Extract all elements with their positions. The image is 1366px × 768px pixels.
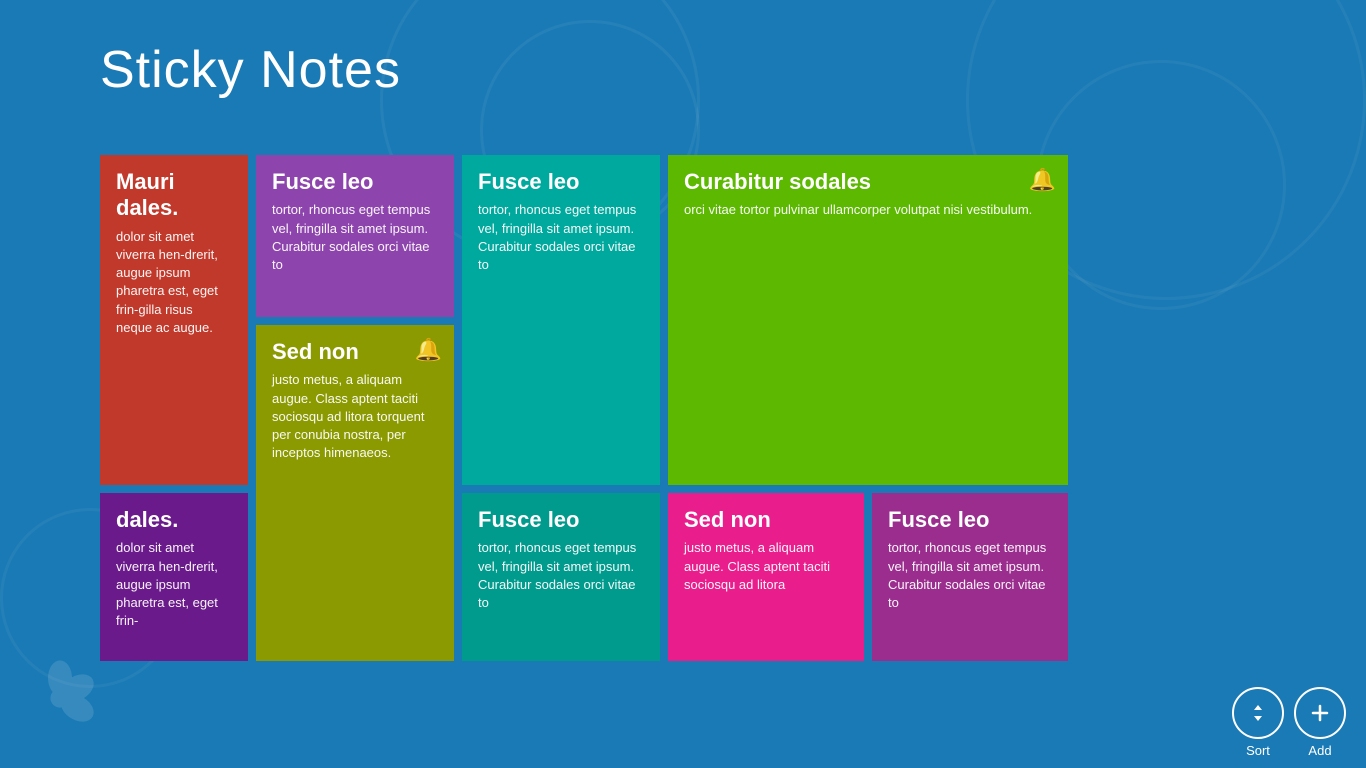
note-fusce-leo-teal-top[interactable]: Fusce leo tortor, rhoncus eget tempus ve… [462,155,660,485]
add-label: Add [1308,743,1331,758]
notes-column-1: Mauri dales. dolor sit amet viverra hen-… [100,155,248,661]
notes-grid: Mauri dales. dolor sit amet viverra hen-… [100,155,1068,661]
note-title: Fusce leo [888,507,1052,533]
note-mauri-dales[interactable]: Mauri dales. dolor sit amet viverra hen-… [100,155,248,485]
note-fusce-leo-purple[interactable]: Fusce leo tortor, rhoncus eget tempus ve… [256,155,454,317]
bell-icon: 🔔 [1029,167,1056,193]
toolbar: Sort Add [1232,687,1366,768]
note-dales[interactable]: dales. dolor sit amet viverra hen-drerit… [100,493,248,661]
sort-icon [1232,687,1284,739]
note-body: justo metus, a aliquam augue. Class apte… [684,539,848,594]
note-title: Curabitur sodales [684,169,1052,195]
note-sed-non-olive[interactable]: 🔔 Sed non justo metus, a aliquam augue. … [256,325,454,661]
note-title: Sed non [684,507,848,533]
notes-column-3: Fusce leo tortor, rhoncus eget tempus ve… [462,155,660,661]
notes-column-4: 🔔 Curabitur sodales orci vitae tortor pu… [668,155,1068,661]
note-curabitur-sodales[interactable]: 🔔 Curabitur sodales orci vitae tortor pu… [668,155,1068,485]
note-body: dolor sit amet viverra hen-drerit, augue… [116,228,232,337]
note-sed-non-pink[interactable]: Sed non justo metus, a aliquam augue. Cl… [668,493,864,661]
notes-row-2: Sed non justo metus, a aliquam augue. Cl… [668,493,1068,661]
note-body: orci vitae tortor pulvinar ullamcorper v… [684,201,1052,219]
note-body: tortor, rhoncus eget tempus vel, fringil… [888,539,1052,612]
page-title: Sticky Notes [100,40,401,100]
note-title: Sed non [272,339,438,365]
add-button[interactable]: Add [1294,687,1346,758]
note-body: justo metus, a aliquam augue. Class apte… [272,371,438,462]
note-body: tortor, rhoncus eget tempus vel, fringil… [272,201,438,274]
note-fusce-leo-magenta[interactable]: Fusce leo tortor, rhoncus eget tempus ve… [872,493,1068,661]
note-title: dales. [116,507,232,533]
add-icon [1294,687,1346,739]
note-title: Fusce leo [478,507,644,533]
sort-button[interactable]: Sort [1232,687,1284,758]
bell-icon: 🔔 [415,337,442,363]
note-body: tortor, rhoncus eget tempus vel, fringil… [478,539,644,612]
note-fusce-leo-teal-bottom[interactable]: Fusce leo tortor, rhoncus eget tempus ve… [462,493,660,661]
sort-label: Sort [1246,743,1270,758]
note-title: Fusce leo [272,169,438,195]
note-title: Fusce leo [478,169,644,195]
note-title: Mauri dales. [116,169,232,222]
notes-column-2: Fusce leo tortor, rhoncus eget tempus ve… [256,155,454,661]
note-body: tortor, rhoncus eget tempus vel, fringil… [478,201,644,274]
note-body: dolor sit amet viverra hen-drerit, augue… [116,539,232,630]
